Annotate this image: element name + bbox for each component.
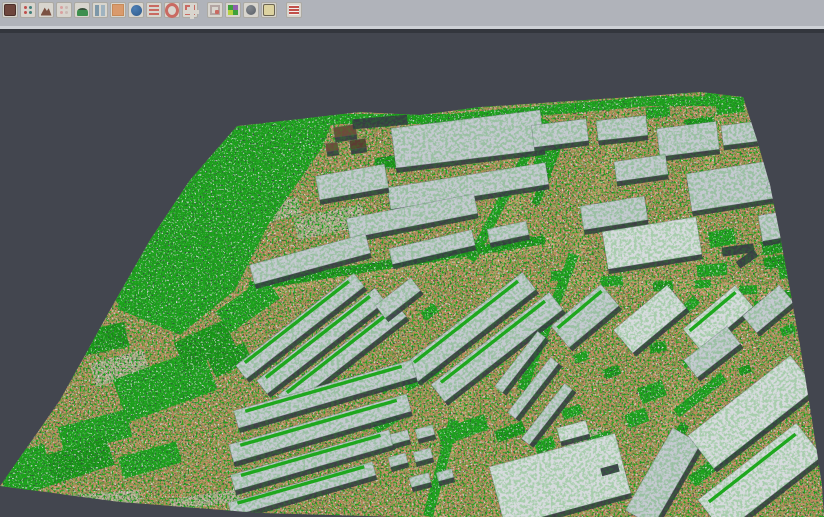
- grid-view-icon[interactable]: [207, 2, 223, 18]
- viewport-3d[interactable]: [0, 0, 824, 517]
- zoom-extent-icon[interactable]: [182, 2, 198, 18]
- toolbar-divider-dark: [0, 29, 824, 33]
- classification-colors-icon[interactable]: [225, 2, 241, 18]
- circle-select-icon[interactable]: [164, 2, 180, 18]
- classify-points-icon[interactable]: [20, 2, 36, 18]
- ortho-view-icon[interactable]: [110, 2, 126, 18]
- application-window: [0, 0, 824, 517]
- terrain-icon[interactable]: [38, 2, 54, 18]
- point-display-icon[interactable]: [56, 2, 72, 18]
- toolbar: [0, 0, 824, 26]
- measure-tool-icon[interactable]: [261, 2, 277, 18]
- record-tool-icon[interactable]: [286, 2, 302, 18]
- globe-3d-icon[interactable]: [128, 2, 144, 18]
- sphere-view-icon[interactable]: [243, 2, 259, 18]
- layer-stack-icon[interactable]: [146, 2, 162, 18]
- tin-surface-icon[interactable]: [74, 2, 90, 18]
- profile-view-icon[interactable]: [92, 2, 108, 18]
- open-file-icon[interactable]: [2, 2, 18, 18]
